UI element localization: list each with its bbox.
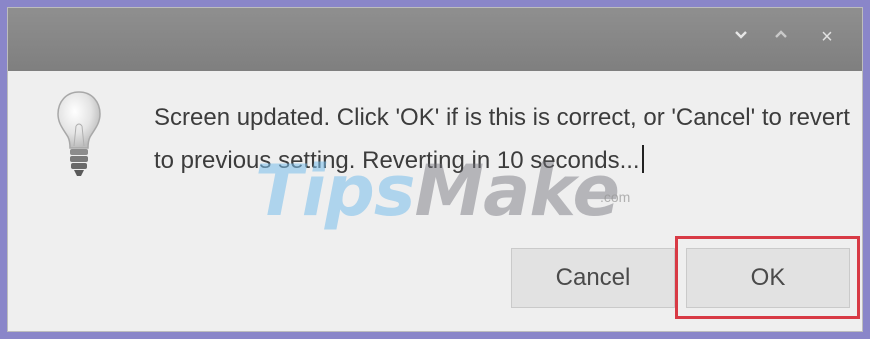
dialog-message: Screen updated. Click 'OK' if is this is…: [154, 104, 850, 174]
ok-button[interactable]: OK: [686, 248, 850, 308]
close-icon[interactable]: ×: [816, 26, 838, 48]
dialog-titlebar: ×: [8, 8, 862, 71]
minimize-icon[interactable]: [730, 26, 752, 48]
text-cursor: [641, 145, 644, 173]
maximize-icon[interactable]: [770, 26, 792, 48]
cancel-button[interactable]: Cancel: [511, 248, 675, 308]
screen-confirmation-dialog: × Screen updated. Click 'OK' if is this …: [7, 7, 863, 332]
lightbulb-icon: [56, 90, 102, 178]
